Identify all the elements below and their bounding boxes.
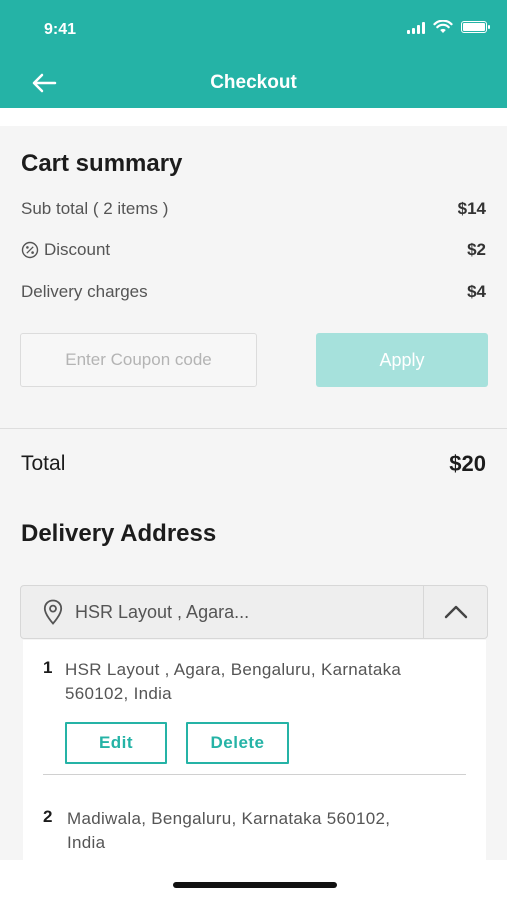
total-value: $20 [449,451,486,476]
chevron-up-icon [444,605,467,619]
page-title: Checkout [210,72,297,93]
address-text: Madiwala, Bengaluru, Karnataka 560102, I… [67,809,391,852]
location-pin-icon [43,599,63,625]
delivery-address-title: Delivery Address [21,520,217,547]
discount-label: Discount [44,240,111,259]
delete-address-button[interactable]: Delete [186,722,289,764]
cellular-signal-icon [407,20,425,34]
selected-address-text: HSR Layout , Agara... [75,601,250,622]
nav-bar: Checkout [0,58,507,108]
subtotal-row: Sub total ( 2 items ) $14 [21,197,486,221]
summary-divider [0,428,507,429]
status-icons [407,20,490,34]
subtotal-label: Sub total ( 2 items ) [21,199,169,218]
delivery-charges-value: $4 [467,282,486,301]
discount-row: Discount $2 [21,238,486,262]
percent-badge-icon [21,241,39,259]
address-number: 2 [43,807,53,826]
edit-address-button[interactable]: Edit [65,722,167,764]
address-divider [43,774,466,775]
coupon-code-input[interactable] [20,333,257,387]
status-bar: 9:41 [0,0,507,58]
battery-icon [461,21,490,33]
discount-value: $2 [467,240,486,259]
cart-summary-title: Cart summary [21,150,183,177]
delivery-charges-row: Delivery charges $4 [21,280,486,304]
address-number: 1 [43,658,53,677]
address-list: 1 HSR Layout , Agara, Bengaluru, Karnata… [23,640,486,860]
subtotal-value: $14 [457,199,486,218]
home-indicator [173,882,337,888]
total-label: Total [21,452,66,475]
checkout-content: Cart summary Sub total ( 2 items ) $14 D… [0,126,507,860]
address-dropdown[interactable]: HSR Layout , Agara... [20,585,488,639]
delivery-charges-label: Delivery charges [21,282,148,301]
wifi-icon [433,20,453,33]
total-row: Total $20 [21,451,486,477]
apply-coupon-button[interactable]: Apply [316,333,488,387]
address-text: HSR Layout , Agara, Bengaluru, Karnataka… [65,660,402,703]
status-time: 9:41 [44,21,77,38]
address-dropdown-toggle[interactable] [423,586,487,638]
